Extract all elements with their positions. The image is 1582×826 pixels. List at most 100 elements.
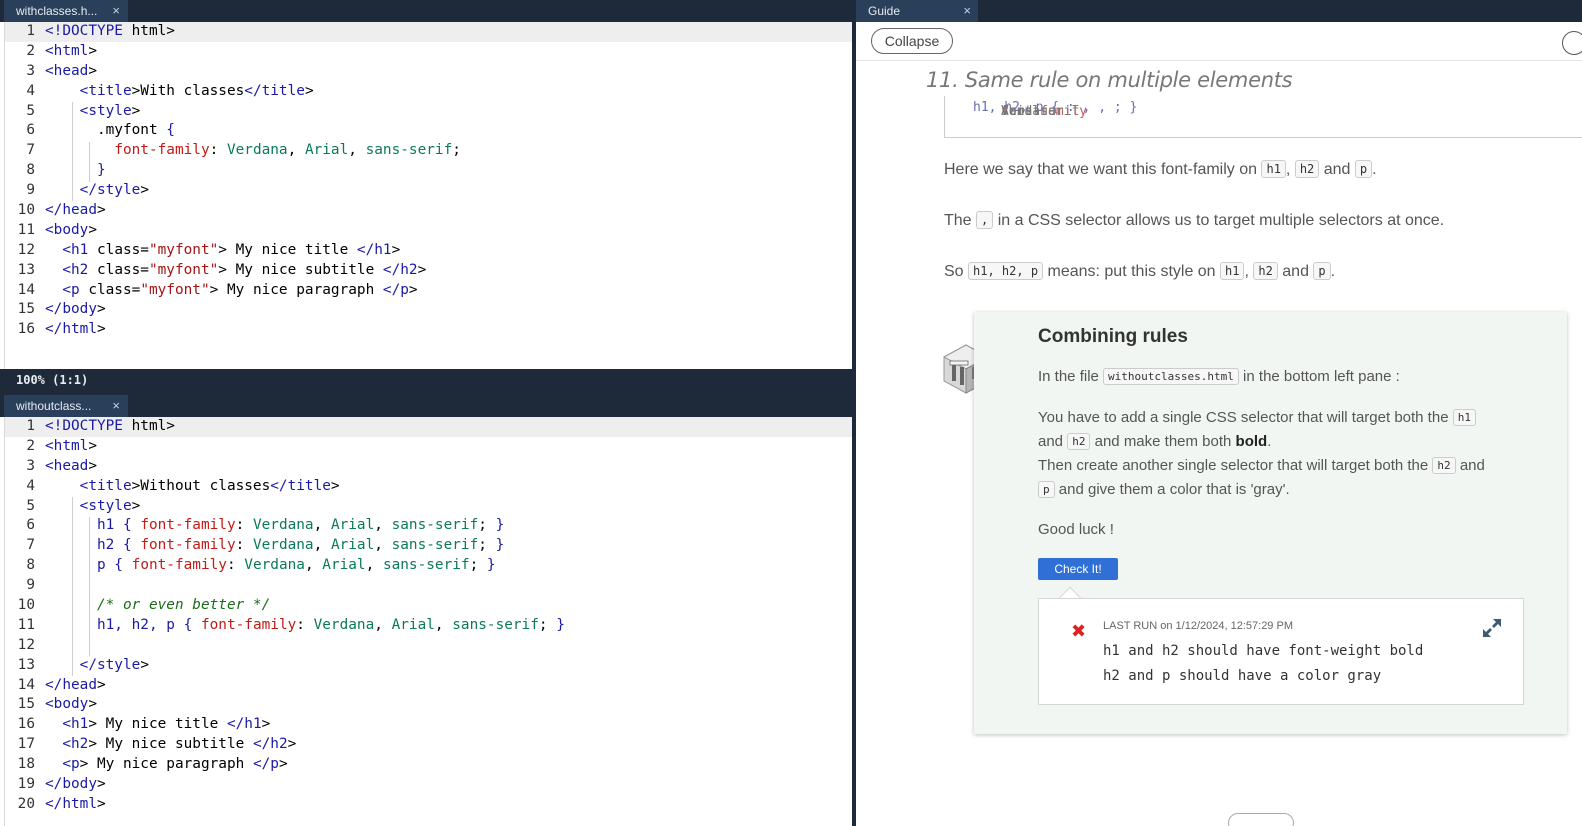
code-line: 13 <h2 class="myfont"> My nice subtitle …	[5, 261, 852, 281]
code-line: 12	[5, 636, 852, 656]
code-editor-withoutclasses[interactable]: 1 <!DOCTYPE html> 2 <html> 3 <head> 4 <title>W…	[4, 417, 852, 826]
exercise-text-5: p and give them a color that is 'gray'.	[1038, 481, 1290, 498]
code-text: </html>	[45, 321, 106, 338]
code-text: <head>	[45, 457, 97, 474]
line-number: 8	[26, 162, 35, 179]
code-editor-withclasses[interactable]: 1 <!DOCTYPE html> 2 <html> 3 <head> 4 <title>W…	[4, 22, 852, 369]
code-text: <style>	[79, 497, 141, 514]
code-text: .myfont {	[45, 122, 175, 139]
line-number: 16	[17, 321, 35, 338]
indent-guide	[72, 102, 73, 201]
last-run-label: LAST RUN	[1103, 620, 1158, 632]
line-number: 3	[26, 457, 35, 474]
code-line: 9	[5, 576, 852, 596]
code-text: <!DOCTYPE html>	[45, 23, 175, 39]
tab-label: withoutclass...	[16, 399, 92, 413]
code-line: 8 }	[5, 161, 852, 181]
line-number: 15	[17, 301, 35, 318]
editor-tab-withclasses[interactable]: withclasses.h... ×	[4, 0, 128, 22]
check-it-button[interactable]: Check It!	[1038, 558, 1118, 580]
code-line: 18 <p> My nice paragraph </p>	[5, 755, 852, 775]
code-text: </head>	[45, 202, 106, 219]
code-text: /* or even better */	[96, 597, 271, 614]
code-line: 16 </html>	[5, 320, 852, 340]
code-line: 14 <p class="myfont"> My nice paragraph …	[5, 281, 852, 301]
code-line: 10 </head>	[5, 201, 852, 221]
code-line: 10 /* or even better */	[5, 596, 852, 616]
exercise-card: Combining rules In the file withoutclass…	[974, 312, 1567, 734]
code-text: <h1> My nice title </h1>	[62, 716, 271, 733]
line-number: 7	[26, 142, 35, 159]
circle-button-icon[interactable]	[1562, 31, 1582, 55]
code-line: 16 <h1> My nice title </h1>	[5, 715, 852, 735]
code-line: 2 <html>	[5, 437, 852, 457]
line-number: 15	[17, 696, 35, 713]
line-number: 7	[26, 537, 35, 554]
code-text: <p class="myfont"> My nice paragraph </p…	[62, 281, 418, 298]
code-text: <p> My nice paragraph </p>	[62, 756, 288, 773]
code-line: 12 <h1 class="myfont"> My nice title </h…	[5, 241, 852, 261]
code-line: 6 h1 { font-family: Verdana, Arial, sans…	[5, 516, 852, 536]
fail-icon: ✖	[1071, 621, 1087, 642]
code-text: font-family: Verdana, Arial, sans-serif;	[114, 142, 461, 159]
code-line: 9 </style>	[5, 181, 852, 201]
code-text: </head>	[45, 676, 106, 693]
line-number: 12	[17, 636, 35, 653]
code-line: 15 <body>	[5, 695, 852, 715]
last-run-timestamp: on 1/12/2024, 12:57:29 PM	[1160, 620, 1293, 632]
guide-paragraph-2: The , in a CSS selector allows us to tar…	[944, 211, 1445, 229]
line-number: 2	[26, 42, 35, 59]
line-number: 5	[26, 102, 35, 119]
code-text: </style>	[79, 182, 149, 199]
line-number: 14	[17, 281, 35, 298]
editor-tabbar-top: withclasses.h... ×	[0, 0, 854, 22]
line-number: 19	[17, 776, 35, 793]
code-line: 8 p { font-family: Verdana, Arial, sans-…	[5, 556, 852, 576]
guide-paragraph-1: Here we say that we want this font-famil…	[944, 160, 1377, 178]
close-icon[interactable]: ×	[963, 0, 971, 22]
code-line: 11 <body>	[5, 221, 852, 241]
code-line: 3 <head>	[5, 457, 852, 477]
code-text: <h2> My nice subtitle </h2>	[62, 736, 297, 753]
code-line: 1 <!DOCTYPE html>	[5, 417, 852, 437]
code-text: </body>	[45, 301, 106, 318]
line-number: 11	[17, 221, 35, 238]
line-number: 4	[26, 477, 35, 494]
tab-guide[interactable]: Guide ×	[856, 0, 978, 22]
code-text: }	[96, 162, 106, 179]
code-line: 13 </style>	[5, 656, 852, 676]
editor-tabbar-bottom: withoutclass... ×	[0, 395, 854, 417]
editor-tab-withoutclasses[interactable]: withoutclass... ×	[4, 395, 128, 417]
code-text: <style>	[79, 102, 141, 119]
tab-label: withclasses.h...	[16, 4, 98, 18]
code-text: h2 { font-family: Verdana, Arial, sans-s…	[96, 537, 505, 554]
line-number: 5	[26, 497, 35, 514]
line-number: 11	[17, 616, 35, 633]
code-line: 14 </head>	[5, 676, 852, 696]
line-number: 2	[26, 437, 35, 454]
collapse-button[interactable]: Collapse	[871, 28, 953, 54]
line-number: 12	[17, 241, 35, 258]
expand-icon[interactable]	[1481, 617, 1503, 639]
result-message: h2 and p should have a color gray	[1103, 668, 1382, 684]
indent-guide	[72, 497, 73, 676]
line-number: 3	[26, 62, 35, 79]
code-text: h1, h2, p { font-family: Verdana, Arial,…	[96, 616, 565, 633]
code-text: <html>	[45, 42, 97, 59]
exercise-text-3: and h2 and make them both bold.	[1038, 433, 1272, 450]
close-icon[interactable]: ×	[112, 0, 120, 22]
code-line: 19 </body>	[5, 775, 852, 795]
close-icon[interactable]: ×	[112, 395, 120, 417]
next-button[interactable]	[1228, 813, 1294, 826]
guide-tabbar: Guide ×	[856, 0, 1582, 22]
code-text: p { font-family: Verdana, Arial, sans-se…	[96, 557, 496, 574]
line-number: 10	[17, 202, 35, 219]
divider	[856, 60, 1582, 61]
line-number: 8	[26, 557, 35, 574]
line-number: 16	[17, 716, 35, 733]
code-line: 11 h1, h2, p { font-family: Verdana, Ari…	[5, 616, 852, 636]
indent-guide	[89, 517, 90, 656]
line-number: 17	[17, 736, 35, 753]
code-text: <title>Without classes</title>	[79, 477, 340, 494]
line-number: 1	[26, 418, 35, 434]
